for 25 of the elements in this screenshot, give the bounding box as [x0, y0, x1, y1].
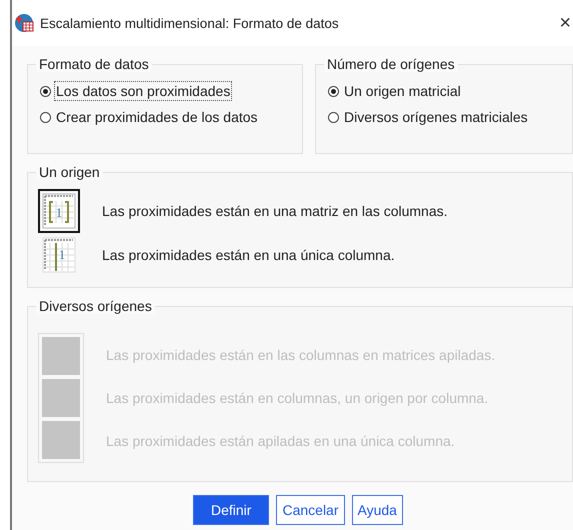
group-title: Número de orígenes [324, 56, 458, 72]
icon-digit: 1 [56, 205, 62, 220]
radio-button[interactable] [328, 112, 339, 122]
radio-button[interactable] [40, 86, 51, 96]
dialog-button[interactable]: Definir [193, 495, 270, 525]
dialog-button[interactable]: Ayuda [352, 495, 403, 525]
icon-digit: 1 [58, 247, 66, 262]
group-title: Diversos orígenes [36, 298, 155, 314]
group-title: Un origen [36, 164, 103, 180]
placeholder-icon [42, 337, 80, 375]
option-tile[interactable]: 1 [38, 189, 80, 233]
group-title: Formato de datos [36, 56, 152, 72]
radio-option[interactable]: Crear proximidades de los datos [40, 107, 292, 127]
placeholder-icon [42, 379, 80, 417]
radio-option[interactable]: Un origen matricial [328, 81, 562, 101]
window-title: Escalamiento multidimensional: Formato de datos [40, 16, 339, 30]
dialog-button[interactable]: Cancelar [276, 495, 344, 525]
close-button[interactable]: × [559, 12, 571, 34]
radio-option[interactable]: Diversos orígenes matriciales [328, 107, 562, 127]
placeholder-icon [42, 421, 80, 459]
radio-button[interactable] [328, 86, 339, 96]
option-tile[interactable]: 1 [38, 233, 80, 277]
radio-button[interactable] [40, 112, 51, 122]
option-label[interactable]: Las proximidades están en una única columna. [102, 247, 395, 263]
option-label[interactable]: Las proximidades están en una matriz en las columnas. [102, 203, 448, 219]
